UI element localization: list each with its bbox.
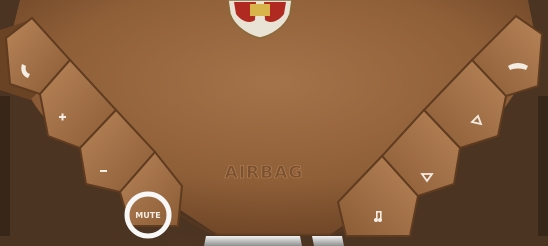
mute-label: MUTE [135, 211, 160, 220]
airbag-emboss-text: AIRBAG [225, 163, 304, 183]
steering-wheel-photo: AIRBAG MUTE [0, 0, 548, 246]
